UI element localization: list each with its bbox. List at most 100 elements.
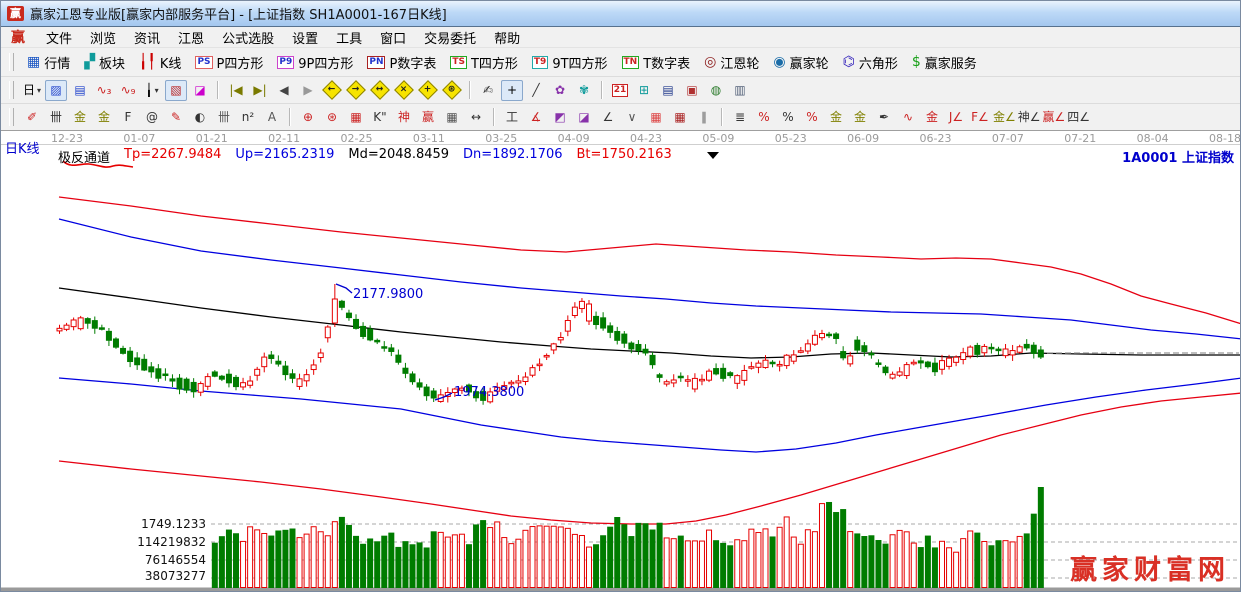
candle-style-button[interactable]: ╽ ▾ bbox=[141, 80, 163, 101]
trendline-button[interactable]: ╱ bbox=[525, 80, 547, 101]
zoom-region-button[interactable]: ▨ bbox=[45, 79, 67, 101]
measure-pencil-button[interactable]: ✎ bbox=[165, 107, 187, 128]
full-view-diamond-button[interactable]: ⊛ bbox=[441, 80, 463, 101]
info-panel-button[interactable]: ▤ bbox=[69, 80, 91, 101]
save-button[interactable]: ▣ bbox=[681, 80, 703, 101]
parallel-lines-button[interactable]: ∥ bbox=[693, 107, 715, 128]
ink-pen-button[interactable]: ✒ bbox=[873, 107, 895, 128]
gold-line-button[interactable]: 金 bbox=[849, 107, 871, 128]
shen-grid-button[interactable]: 神 bbox=[393, 107, 415, 128]
winner-wheel-button[interactable]: ◉ 赢家轮 bbox=[766, 51, 835, 74]
menu-item-5[interactable]: 设置 bbox=[283, 27, 327, 48]
calculator-button[interactable]: ⊞ bbox=[633, 80, 655, 101]
title-bar[interactable]: 赢 赢家江恩专业版[赢家内部服务平台] - [上证指数 SH1A0001-167… bbox=[1, 1, 1240, 27]
gold-angle-button[interactable]: 金∠ bbox=[993, 107, 1016, 128]
menu-item-8[interactable]: 交易委托 bbox=[415, 27, 485, 48]
compress-diamond-button[interactable]: × bbox=[393, 80, 415, 101]
menu-item-2[interactable]: 资讯 bbox=[125, 27, 169, 48]
period-day-button[interactable]: 日 ▾ bbox=[21, 80, 43, 101]
pattern-tool-button[interactable]: ✿ bbox=[549, 80, 571, 101]
menu-item-0[interactable]: 文件 bbox=[37, 27, 81, 48]
percent-button[interactable]: % bbox=[777, 107, 799, 128]
gann-region-button[interactable]: ▧ bbox=[165, 79, 187, 101]
sectors-button[interactable]: ▞ 板块 bbox=[77, 51, 132, 74]
star-grid-button[interactable]: ⊛ bbox=[321, 107, 343, 128]
grid-tool-button[interactable]: 卌 bbox=[45, 107, 67, 128]
gold-circle-button[interactable]: 金 bbox=[825, 107, 847, 128]
hexagon-button[interactable]: ⌬ 六角形 bbox=[836, 51, 905, 74]
fan-box2-button[interactable]: ◪ bbox=[573, 107, 595, 128]
kline-button[interactable]: ╽╿ K线 bbox=[132, 51, 188, 74]
grid-123-button[interactable]: ▦ bbox=[441, 107, 463, 128]
winner-service-button[interactable]: $ 赢家服务 bbox=[905, 51, 984, 74]
gold-grid-button[interactable]: 金 bbox=[69, 107, 91, 128]
v-lines-button[interactable]: ∨ bbox=[621, 107, 643, 128]
t-number-table-button[interactable]: TN T数字表 bbox=[615, 51, 698, 74]
n-square-button[interactable]: n² bbox=[237, 107, 259, 128]
k-quote-button[interactable]: K" bbox=[369, 107, 391, 128]
calendar-button[interactable]: 21 bbox=[609, 80, 631, 101]
toolbar-grip[interactable] bbox=[9, 81, 14, 99]
compare-bars-button[interactable]: ≣ bbox=[729, 107, 751, 128]
drag-hand-button[interactable]: ✍ bbox=[477, 80, 499, 101]
cross-diamond-button[interactable]: + bbox=[417, 80, 439, 101]
zoom-out-diamond-button[interactable]: ← bbox=[321, 80, 343, 101]
f-angle-button[interactable]: F∠ bbox=[969, 107, 991, 128]
angle-measure-button[interactable]: A bbox=[261, 107, 283, 128]
four-angle-button[interactable]: 四∠ bbox=[1067, 107, 1090, 128]
spiral-button[interactable]: @ bbox=[141, 107, 163, 128]
menu-item-3[interactable]: 江恩 bbox=[169, 27, 213, 48]
win-grid-button[interactable]: 赢 bbox=[417, 107, 439, 128]
9p-square-button[interactable]: P9 9P四方形 bbox=[270, 51, 360, 74]
p-square-button[interactable]: PS P四方形 bbox=[188, 51, 270, 74]
target-circle-button[interactable]: ⊕ bbox=[297, 107, 319, 128]
toolbar-grip[interactable] bbox=[9, 53, 14, 71]
axis-grid-button[interactable]: ▦ bbox=[669, 107, 691, 128]
menu-item-7[interactable]: 窗口 bbox=[371, 27, 415, 48]
first-bar-button[interactable]: |◀ bbox=[225, 80, 247, 101]
fan-lines-button[interactable]: ∡ bbox=[525, 107, 547, 128]
next-page-button[interactable]: ▶ bbox=[297, 80, 319, 101]
market-quotes-button[interactable]: ▦ 行情 bbox=[20, 51, 77, 74]
prev-page-button[interactable]: ◀ bbox=[273, 80, 295, 101]
t-square-button[interactable]: TS T四方形 bbox=[443, 51, 525, 74]
angle-lines-button[interactable]: ∠ bbox=[597, 107, 619, 128]
red-grid-button[interactable]: ▦ bbox=[645, 107, 667, 128]
span-arrows-button[interactable]: ↔ bbox=[465, 107, 487, 128]
win-angle-button[interactable]: 赢∠ bbox=[1043, 107, 1066, 128]
percent-red-button[interactable]: % bbox=[801, 107, 823, 128]
histogram-button[interactable]: ◪ bbox=[189, 80, 211, 101]
fib-grid-button[interactable]: F bbox=[117, 107, 139, 128]
hash-lines-button[interactable]: 卌 bbox=[213, 107, 235, 128]
workstation-button[interactable]: ▥ bbox=[729, 80, 751, 101]
expand-horizontal-diamond-button[interactable]: ↔ bbox=[369, 80, 391, 101]
toolbar-grip[interactable] bbox=[9, 108, 14, 126]
menu-item-9[interactable]: 帮助 bbox=[485, 27, 529, 48]
last-bar-button[interactable]: ▶| bbox=[249, 80, 271, 101]
p-number-table-button[interactable]: PN P数字表 bbox=[360, 51, 443, 74]
wave9-button[interactable]: ∿₉ bbox=[117, 80, 139, 101]
gold-channel-button[interactable]: 金 bbox=[921, 107, 943, 128]
zoom-in-diamond-button[interactable]: → bbox=[345, 80, 367, 101]
wave-channel-button[interactable]: ∿ bbox=[897, 107, 919, 128]
box-grid-button[interactable]: ▦ bbox=[345, 107, 367, 128]
crosshair-button[interactable]: + bbox=[501, 79, 523, 101]
wave-tool-button[interactable]: ✾ bbox=[573, 80, 595, 101]
time-cycle-button[interactable]: ◐ bbox=[189, 107, 211, 128]
wave3-button[interactable]: ∿₃ bbox=[93, 80, 115, 101]
gann-box-button[interactable]: 工 bbox=[501, 107, 523, 128]
j-angle-button[interactable]: J∠ bbox=[945, 107, 967, 128]
shen-angle-button[interactable]: 神∠ bbox=[1018, 107, 1041, 128]
percent-line-button[interactable]: % bbox=[753, 107, 775, 128]
draw-brush-button[interactable]: ✐ bbox=[21, 107, 43, 128]
export-button[interactable]: ◍ bbox=[705, 80, 727, 101]
fan-box-button[interactable]: ◩ bbox=[549, 107, 571, 128]
gold-grid2-button[interactable]: 金 bbox=[93, 107, 115, 128]
gann-wheel-button[interactable]: ◎ 江恩轮 bbox=[697, 51, 766, 74]
notepad-button[interactable]: ▤ bbox=[657, 80, 679, 101]
menu-item-4[interactable]: 公式选股 bbox=[213, 27, 283, 48]
menu-item-1[interactable]: 浏览 bbox=[81, 27, 125, 48]
menu-item-6[interactable]: 工具 bbox=[327, 27, 371, 48]
date-tick-12-23: 12-23 bbox=[51, 132, 83, 145]
9t-square-button[interactable]: T9 9T四方形 bbox=[525, 51, 615, 74]
